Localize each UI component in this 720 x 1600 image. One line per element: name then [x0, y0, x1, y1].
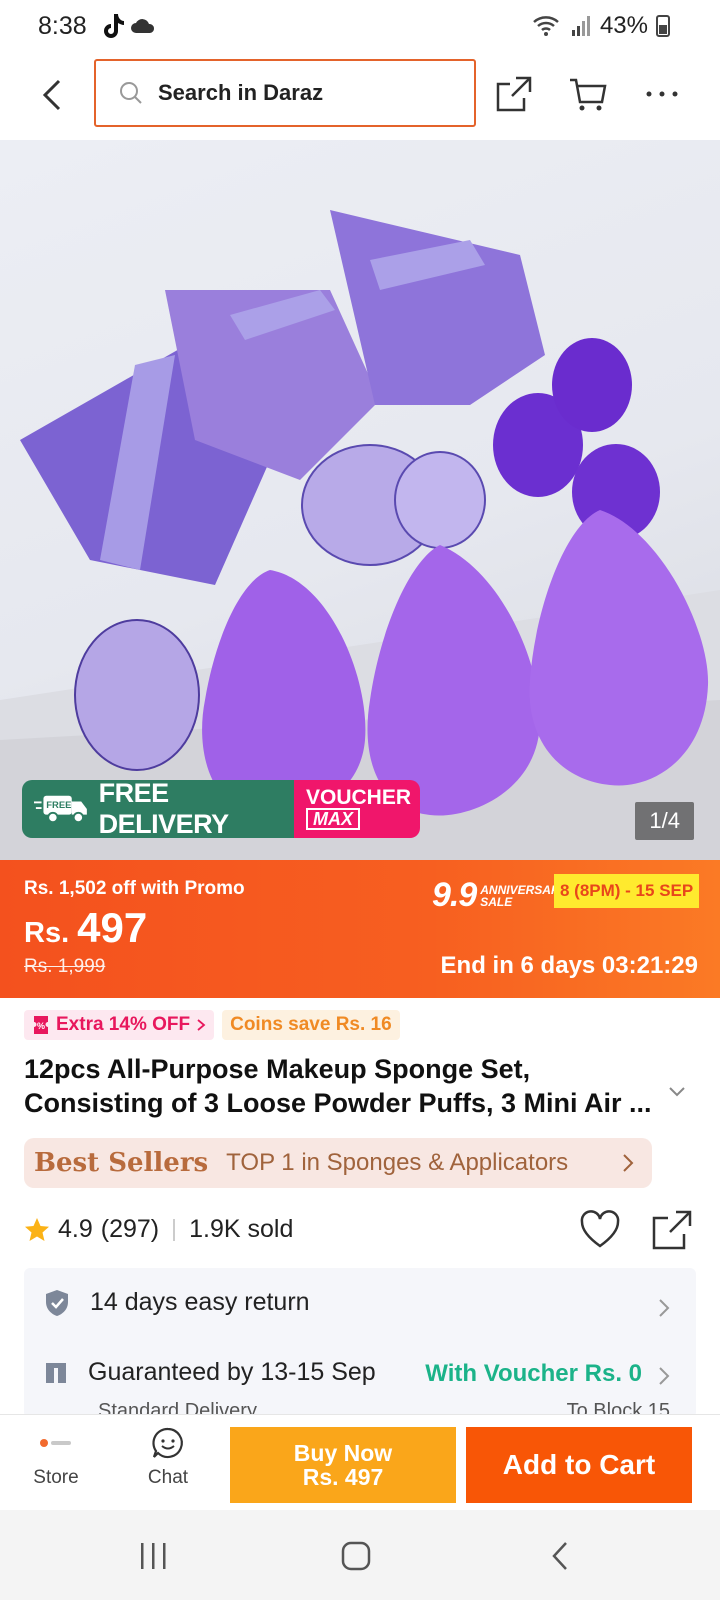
- cloud-icon: [131, 19, 155, 33]
- system-nav-bar: [0, 1510, 720, 1600]
- package-icon: [46, 1362, 66, 1383]
- add-to-cart-button[interactable]: Add to Cart: [466, 1427, 692, 1503]
- buy-now-button[interactable]: Buy Now Rs. 497: [230, 1427, 456, 1503]
- battery-text: 43%: [599, 12, 648, 39]
- sale-number: 9.9: [432, 876, 477, 914]
- coins-text: Coins save Rs. 16: [230, 1014, 392, 1035]
- voucher-line2: MAX: [306, 808, 360, 830]
- best-sellers-rank: TOP 1 in Sponges & Applicators: [226, 1149, 569, 1176]
- coupon-icon: %: [34, 1016, 48, 1034]
- svg-text:%: %: [37, 1021, 45, 1031]
- share-button[interactable]: [490, 70, 538, 118]
- product-title: 12pcs All-Purpose Makeup Sponge Set, Con…: [24, 1054, 652, 1118]
- return-text: 14 days easy return: [90, 1288, 310, 1316]
- extra-off-text: Extra 14% OFF: [56, 1014, 191, 1035]
- product-image-gallery[interactable]: FREE FREE DELIVERY VOUCHER MAX 1/4: [0, 140, 720, 860]
- more-button[interactable]: [638, 70, 686, 118]
- sold-count: 1.9K sold: [189, 1215, 294, 1243]
- promo-chips: % Extra 14% OFF Coins save Rs. 16: [24, 1010, 400, 1040]
- share-icon: [496, 76, 532, 112]
- home-button[interactable]: [336, 1538, 376, 1574]
- share-icon[interactable]: [650, 1208, 694, 1252]
- chevron-right-icon: [623, 1154, 634, 1172]
- countdown-timer: End in 6 days 03:21:29: [440, 952, 698, 979]
- status-right: 43%: [532, 12, 670, 40]
- battery-icon: [656, 15, 670, 37]
- home-icon: [341, 1541, 371, 1571]
- voucher-max-badge: VOUCHER MAX: [294, 780, 420, 838]
- system-back-button[interactable]: [540, 1538, 580, 1574]
- buy-now-label: Buy Now: [293, 1440, 393, 1466]
- current-price: Rs. 497: [24, 904, 147, 952]
- chat-button[interactable]: Chat: [128, 1425, 208, 1489]
- sale-dates: 8 (8PM) - 15 SEP: [554, 874, 700, 908]
- price-value: 497: [77, 904, 148, 951]
- delivery-truck-icon: FREE: [34, 795, 87, 824]
- tiktok-icon: [104, 14, 124, 38]
- buy-now-price: Rs. 497: [302, 1464, 384, 1490]
- search-input[interactable]: Search in Daraz: [94, 59, 476, 127]
- chat-icon: [150, 1425, 186, 1461]
- return-policy-row[interactable]: 14 days easy return: [44, 1288, 310, 1317]
- recent-apps-icon: [141, 1543, 166, 1569]
- delivery-guarantee-row[interactable]: Guaranteed by 13-15 Sep: [44, 1358, 376, 1387]
- cart-icon: [570, 78, 607, 111]
- promo-text: Rs. 1,502 off with Promo: [24, 878, 245, 899]
- back-icon: [42, 79, 61, 111]
- cart-button[interactable]: [564, 70, 612, 118]
- chevron-right-icon: [197, 1019, 206, 1031]
- rating-row[interactable]: 4.9 (297) 1.9K sold: [24, 1215, 293, 1244]
- product-image: [0, 210, 720, 860]
- chevron-down-icon[interactable]: [666, 1080, 688, 1102]
- shield-icon: [46, 1289, 68, 1316]
- best-sellers-banner[interactable]: Best Sellers TOP 1 in Sponges & Applicat…: [24, 1138, 652, 1188]
- price-banner: Rs. 1,502 off with Promo Rs. 497 Rs. 1,99…: [0, 860, 720, 998]
- more-icon: [646, 91, 678, 97]
- top-nav: Search in Daraz: [0, 52, 720, 140]
- extra-off-chip[interactable]: % Extra 14% OFF: [24, 1010, 215, 1040]
- chevron-right-icon: [659, 1299, 670, 1317]
- sale-label-line2: SALE: [480, 894, 513, 909]
- store-button[interactable]: Store: [16, 1425, 96, 1489]
- original-price: Rs. 1,999: [24, 956, 106, 977]
- star-icon: [25, 1217, 49, 1241]
- anniversary-sale-logo: 9.9 ANNIVERSARY SALE: [432, 876, 567, 915]
- rating-count: (297): [100, 1215, 160, 1243]
- back-button[interactable]: [30, 70, 74, 120]
- store-logo-icon: [38, 1425, 74, 1461]
- rating-score: 4.9: [58, 1215, 93, 1243]
- guarantee-text: Guaranteed by 13-15 Sep: [88, 1358, 376, 1386]
- best-sellers-label: Best Sellers: [34, 1148, 209, 1178]
- voucher-shipping-text[interactable]: With Voucher Rs. 0: [425, 1360, 642, 1388]
- voucher-line1: VOUCHER: [306, 786, 412, 809]
- free-delivery-text: FREE DELIVERY: [98, 778, 230, 839]
- divider: [173, 1218, 176, 1241]
- signal-icon: [571, 16, 590, 36]
- store-label: Store: [33, 1467, 79, 1488]
- wifi-icon: [533, 16, 559, 36]
- image-counter: 1/4: [635, 802, 694, 840]
- search-placeholder: Search in Daraz: [158, 80, 324, 105]
- back-icon: [552, 1542, 567, 1570]
- price-currency: Rs.: [24, 917, 70, 949]
- free-delivery-badge: FREE FREE DELIVERY: [22, 778, 294, 839]
- status-time: 8:38: [38, 12, 87, 40]
- delivery-tag: FREE: [46, 799, 71, 810]
- recent-apps-button[interactable]: [134, 1538, 174, 1574]
- heart-icon[interactable]: [578, 1208, 622, 1252]
- chat-label: Chat: [147, 1467, 189, 1488]
- status-bar: 8:38 43%: [0, 0, 720, 52]
- delivery-info-card: 14 days easy return Guaranteed by 13-15 …: [24, 1268, 696, 1418]
- search-icon: [120, 82, 142, 104]
- coins-chip[interactable]: Coins save Rs. 16: [222, 1010, 400, 1040]
- bottom-action-bar: Store Chat Buy Now Rs. 497 Add to Cart: [0, 1414, 720, 1510]
- chevron-right-icon: [659, 1367, 670, 1385]
